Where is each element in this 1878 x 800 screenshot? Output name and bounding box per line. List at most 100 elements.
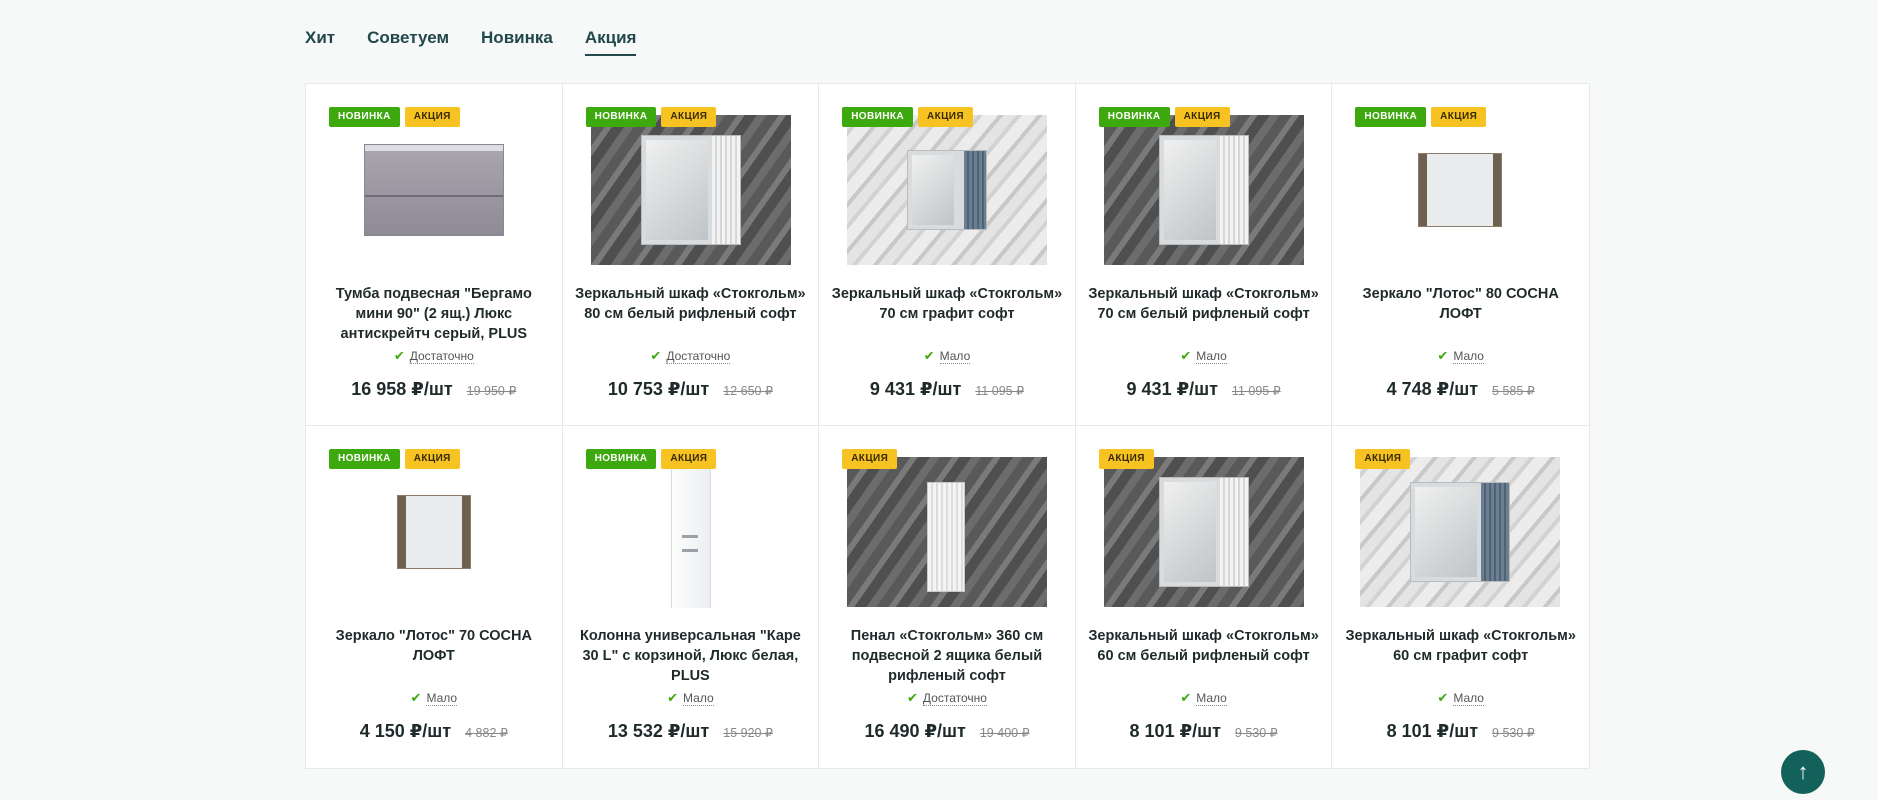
- stock-label: Достаточно: [666, 348, 731, 364]
- new-badge: НОВИНКА: [585, 107, 657, 127]
- old-price: 5 585 ₽: [1492, 384, 1535, 398]
- new-badge: НОВИНКА: [585, 449, 657, 469]
- product-image[interactable]: [1360, 114, 1560, 266]
- stock-status: ✔ Мало: [1332, 690, 1589, 706]
- product-image[interactable]: [334, 114, 534, 266]
- check-icon: ✔: [907, 690, 918, 705]
- cabinet-photo: [1360, 457, 1561, 607]
- sale-badge: АКЦИЯ: [1355, 449, 1411, 469]
- check-icon: ✔: [1437, 348, 1449, 363]
- product-card[interactable]: НОВИНКА АКЦИЯ Тумба подвесная "Бергамо м…: [306, 84, 563, 426]
- stock-status: ✔ Достаточно: [819, 690, 1075, 706]
- check-icon: ✔: [923, 348, 935, 363]
- stock-status: ✔ Мало: [1076, 690, 1332, 706]
- product-card[interactable]: НОВИНКА АКЦИЯ Зеркальный шкаф «Стокгольм…: [1075, 84, 1333, 426]
- old-price: 11 095 ₽: [1231, 384, 1281, 398]
- scroll-top-button[interactable]: ↑: [1781, 750, 1825, 794]
- new-badge: НОВИНКА: [329, 449, 400, 469]
- sale-badge: АКЦИЯ: [404, 449, 460, 469]
- product-image[interactable]: [591, 456, 791, 608]
- arrow-up-icon: ↑: [1797, 759, 1809, 784]
- product-name[interactable]: Колонна универсальная "Каре 30 L" с корз…: [575, 626, 807, 686]
- mirror-photo: [1418, 153, 1503, 227]
- cabinet-photo: [1103, 115, 1304, 265]
- product-image[interactable]: [1103, 114, 1304, 266]
- badges: НОВИНКА АКЦИЯ: [585, 107, 717, 127]
- sale-badge: АКЦИЯ: [917, 107, 973, 127]
- stock-label: Мало: [1453, 348, 1484, 364]
- product-card[interactable]: НОВИНКА АКЦИЯ Зеркальный шкаф «Стокгольм…: [562, 84, 820, 426]
- check-icon: ✔: [667, 690, 679, 705]
- product-card[interactable]: НОВИНКА АКЦИЯ Зеркало "Лотос" 80 СОСНА Л…: [1332, 84, 1589, 426]
- stock-status: ✔ Мало: [819, 348, 1075, 364]
- cabinet-photo: [1103, 457, 1304, 607]
- badges: НОВИНКА АКЦИЯ: [1098, 107, 1230, 127]
- product-image[interactable]: [847, 114, 1048, 266]
- old-price: 19 950 ₽: [466, 384, 517, 398]
- stock-label: Достаточно: [922, 690, 987, 706]
- stock-label: Мало: [426, 690, 458, 706]
- stock-label: Достаточно: [409, 348, 474, 364]
- badges: АКЦИЯ: [1098, 449, 1154, 469]
- product-image[interactable]: [1103, 456, 1304, 608]
- cabinet-photo: [590, 115, 791, 265]
- product-card[interactable]: АКЦИЯ Пенал «Стокгольм» 360 см подвесной…: [819, 426, 1076, 768]
- tab-new[interactable]: Новинка: [481, 28, 553, 56]
- old-price: 9 530 ₽: [1234, 726, 1278, 740]
- price: 9 431 ₽/шт: [1126, 379, 1218, 399]
- price-row: 4 150 ₽/шт 4 882 ₽: [306, 721, 562, 742]
- old-price: 9 530 ₽: [1492, 726, 1535, 740]
- product-grid: НОВИНКА АКЦИЯ Тумба подвесная "Бергамо м…: [305, 83, 1590, 769]
- price-row: 9 431 ₽/шт 11 095 ₽: [1076, 379, 1332, 400]
- product-card[interactable]: АКЦИЯ Зеркальный шкаф «Стокгольм» 60 см …: [1332, 426, 1589, 768]
- sale-badge: АКЦИЯ: [404, 107, 460, 127]
- price-row: 4 748 ₽/шт 5 585 ₽: [1332, 379, 1589, 400]
- sale-badge: АКЦИЯ: [1174, 107, 1230, 127]
- new-badge: НОВИНКА: [1098, 107, 1170, 127]
- price: 16 958 ₽/шт: [351, 379, 453, 399]
- badges: НОВИНКА АКЦИЯ: [585, 449, 717, 469]
- price: 8 101 ₽/шт: [1386, 721, 1479, 741]
- tab-sale[interactable]: Акция: [584, 28, 637, 56]
- product-card[interactable]: АКЦИЯ Зеркальный шкаф «Стокгольм» 60 см …: [1075, 426, 1333, 768]
- product-image[interactable]: [1360, 456, 1561, 608]
- product-card[interactable]: НОВИНКА АКЦИЯ Колонна универсальная "Кар…: [562, 426, 820, 768]
- product-name[interactable]: Зеркальный шкаф «Стокгольм» 70 см белый …: [1088, 284, 1320, 324]
- product-name[interactable]: Зеркало "Лотос" 80 СОСНА ЛОФТ: [1344, 284, 1577, 324]
- tab-recommend[interactable]: Советуем: [367, 28, 449, 56]
- check-icon: ✔: [1180, 348, 1192, 363]
- check-icon: ✔: [393, 348, 405, 363]
- product-name[interactable]: Зеркальный шкаф «Стокгольм» 60 см белый …: [1088, 626, 1320, 666]
- old-price: 4 882 ₽: [465, 726, 508, 740]
- product-name[interactable]: Зеркальный шкаф «Стокгольм» 80 см белый …: [575, 284, 807, 324]
- product-image[interactable]: [590, 114, 791, 266]
- badges: АКЦИЯ: [842, 449, 898, 469]
- product-name[interactable]: Зеркальный шкаф «Стокгольм» 70 см графит…: [831, 284, 1063, 324]
- stock-status: ✔ Достаточно: [563, 348, 819, 364]
- product-name[interactable]: Зеркало "Лотос" 70 СОСНА ЛОФТ: [318, 626, 550, 666]
- product-tabs: Хит Советуем Новинка Акция: [305, 28, 637, 56]
- product-name[interactable]: Зеркальный шкаф «Стокгольм» 60 см графит…: [1344, 626, 1577, 666]
- product-card[interactable]: НОВИНКА АКЦИЯ Зеркальный шкаф «Стокгольм…: [819, 84, 1076, 426]
- column-photo: [670, 456, 711, 608]
- price-row: 10 753 ₽/шт 12 650 ₽: [563, 379, 819, 400]
- price-row: 16 490 ₽/шт 19 400 ₽: [819, 721, 1075, 742]
- stock-label: Мало: [1453, 690, 1484, 706]
- stock-status: ✔ Мало: [563, 690, 819, 706]
- sale-badge: АКЦИЯ: [842, 449, 898, 469]
- product-card[interactable]: НОВИНКА АКЦИЯ Зеркало "Лотос" 70 СОСНА Л…: [306, 426, 563, 768]
- product-name[interactable]: Тумба подвесная "Бергамо мини 90" (2 ящ.…: [318, 284, 550, 344]
- stock-status: ✔ Мало: [1332, 348, 1589, 364]
- price-row: 16 958 ₽/шт 19 950 ₽: [306, 379, 562, 400]
- stock-label: Мало: [939, 348, 971, 364]
- product-image[interactable]: [847, 456, 1048, 608]
- old-price: 11 095 ₽: [975, 384, 1025, 398]
- vanity-photo: [364, 144, 504, 236]
- tab-hit[interactable]: Хит: [305, 28, 335, 56]
- pencil-case-photo: [847, 457, 1048, 607]
- check-icon: ✔: [1180, 690, 1192, 705]
- price-row: 8 101 ₽/шт 9 530 ₽: [1076, 721, 1332, 742]
- product-image[interactable]: [334, 456, 534, 608]
- stock-status: ✔ Мало: [1076, 348, 1332, 364]
- product-name[interactable]: Пенал «Стокгольм» 360 см подвесной 2 ящи…: [831, 626, 1063, 686]
